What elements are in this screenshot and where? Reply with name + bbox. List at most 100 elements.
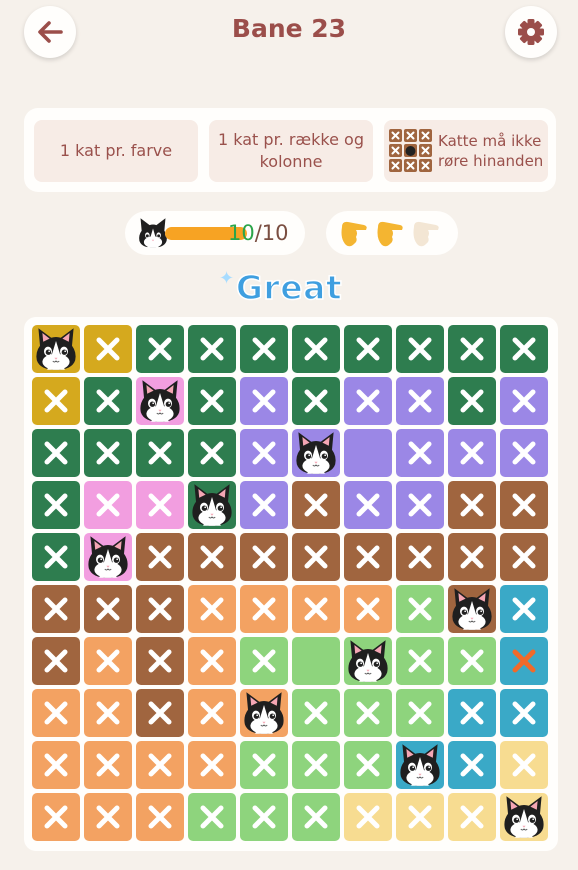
board-cell[interactable] xyxy=(448,637,496,685)
board-cell[interactable] xyxy=(396,637,444,685)
board-cell[interactable] xyxy=(500,325,548,373)
board-cell[interactable] xyxy=(448,481,496,529)
board-cell[interactable] xyxy=(448,325,496,373)
board-cell[interactable] xyxy=(344,481,392,529)
board-cell[interactable] xyxy=(188,429,236,477)
board-cell[interactable] xyxy=(136,481,184,529)
hints-panel[interactable] xyxy=(326,211,458,255)
board-cell[interactable] xyxy=(344,689,392,737)
board-cell[interactable] xyxy=(84,585,132,633)
board-cell[interactable] xyxy=(136,429,184,477)
board-cell[interactable] xyxy=(240,689,288,737)
board-cell[interactable] xyxy=(344,377,392,425)
board-cell[interactable] xyxy=(448,377,496,425)
board-cell[interactable] xyxy=(188,325,236,373)
board-cell[interactable] xyxy=(84,481,132,529)
settings-button[interactable] xyxy=(505,6,557,58)
board-cell[interactable] xyxy=(292,377,340,425)
board-cell[interactable] xyxy=(396,533,444,581)
board-cell[interactable] xyxy=(240,429,288,477)
board-cell[interactable] xyxy=(240,793,288,841)
board-cell[interactable] xyxy=(240,585,288,633)
board-cell[interactable] xyxy=(32,377,80,425)
board-cell[interactable] xyxy=(448,585,496,633)
board-cell[interactable] xyxy=(32,637,80,685)
board-cell[interactable] xyxy=(84,325,132,373)
board-cell[interactable] xyxy=(396,429,444,477)
board-cell[interactable] xyxy=(136,689,184,737)
board-cell[interactable] xyxy=(188,637,236,685)
board-cell[interactable] xyxy=(396,481,444,529)
board-cell[interactable] xyxy=(136,325,184,373)
board-cell[interactable] xyxy=(292,533,340,581)
board-cell[interactable] xyxy=(448,429,496,477)
board-cell[interactable] xyxy=(240,533,288,581)
board-cell[interactable] xyxy=(188,377,236,425)
board-cell[interactable] xyxy=(136,585,184,633)
board-cell[interactable] xyxy=(344,741,392,789)
board-cell[interactable] xyxy=(84,377,132,425)
board-cell[interactable] xyxy=(500,637,548,685)
board-cell[interactable] xyxy=(292,429,340,477)
board-cell[interactable] xyxy=(84,429,132,477)
board-cell[interactable] xyxy=(448,793,496,841)
board-cell[interactable] xyxy=(188,481,236,529)
board-cell[interactable] xyxy=(84,637,132,685)
board-cell[interactable] xyxy=(500,377,548,425)
board-cell[interactable] xyxy=(292,637,340,685)
board-cell[interactable] xyxy=(448,741,496,789)
board-cell[interactable] xyxy=(32,429,80,477)
board-cell[interactable] xyxy=(448,533,496,581)
board-cell[interactable] xyxy=(32,325,80,373)
board-cell[interactable] xyxy=(32,585,80,633)
board-cell[interactable] xyxy=(32,793,80,841)
board-cell[interactable] xyxy=(344,793,392,841)
board-cell[interactable] xyxy=(292,741,340,789)
board-cell[interactable] xyxy=(292,585,340,633)
board-cell[interactable] xyxy=(188,689,236,737)
board-cell[interactable] xyxy=(136,793,184,841)
board-cell[interactable] xyxy=(292,793,340,841)
board-cell[interactable] xyxy=(396,793,444,841)
board-cell[interactable] xyxy=(396,689,444,737)
board-cell[interactable] xyxy=(240,325,288,373)
board-cell[interactable] xyxy=(344,637,392,685)
board-cell[interactable] xyxy=(188,741,236,789)
board-cell[interactable] xyxy=(240,377,288,425)
board-cell[interactable] xyxy=(344,585,392,633)
board-cell[interactable] xyxy=(500,533,548,581)
board-cell[interactable] xyxy=(84,689,132,737)
board-cell[interactable] xyxy=(344,325,392,373)
board-cell[interactable] xyxy=(136,741,184,789)
board-cell[interactable] xyxy=(188,793,236,841)
board-cell[interactable] xyxy=(292,689,340,737)
board-cell[interactable] xyxy=(240,481,288,529)
board-cell[interactable] xyxy=(136,377,184,425)
board-cell[interactable] xyxy=(136,533,184,581)
board-cell[interactable] xyxy=(396,325,444,373)
board-cell[interactable] xyxy=(84,533,132,581)
board-cell[interactable] xyxy=(344,429,392,477)
board-cell[interactable] xyxy=(448,689,496,737)
board-cell[interactable] xyxy=(396,377,444,425)
board-cell[interactable] xyxy=(396,741,444,789)
board-cell[interactable] xyxy=(292,481,340,529)
board-cell[interactable] xyxy=(500,689,548,737)
board-cell[interactable] xyxy=(344,533,392,581)
board-cell[interactable] xyxy=(500,481,548,529)
board-cell[interactable] xyxy=(32,689,80,737)
board-cell[interactable] xyxy=(84,793,132,841)
board-cell[interactable] xyxy=(32,533,80,581)
board-cell[interactable] xyxy=(500,741,548,789)
board-cell[interactable] xyxy=(240,741,288,789)
board-cell[interactable] xyxy=(32,741,80,789)
board-cell[interactable] xyxy=(500,429,548,477)
board-cell[interactable] xyxy=(32,481,80,529)
board-cell[interactable] xyxy=(188,585,236,633)
board-cell[interactable] xyxy=(136,637,184,685)
board-cell[interactable] xyxy=(292,325,340,373)
board-cell[interactable] xyxy=(188,533,236,581)
board-cell[interactable] xyxy=(240,637,288,685)
board-cell[interactable] xyxy=(84,741,132,789)
board-cell[interactable] xyxy=(500,585,548,633)
